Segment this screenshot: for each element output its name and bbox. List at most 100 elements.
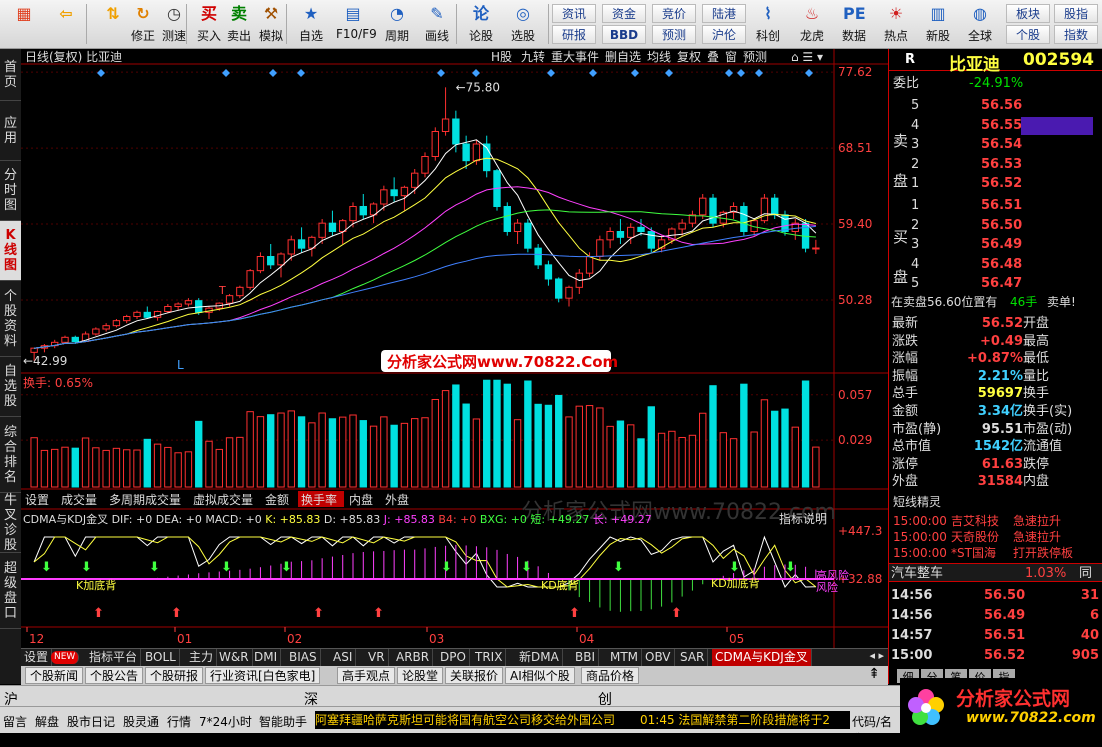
status-item[interactable]: 智能助手 xyxy=(259,713,307,730)
status-item[interactable]: 留言 xyxy=(3,713,27,730)
chart-menu-icon[interactable]: ⌂ ☰ ▾ xyxy=(791,50,823,64)
status-item[interactable]: 行情 xyxy=(167,713,191,730)
indicator-tab[interactable]: CDMA与KDJ金叉 xyxy=(712,649,812,666)
mid-tab[interactable]: 成交量 xyxy=(61,492,97,507)
indicator-tab[interactable]: TRIX xyxy=(472,649,507,666)
code-name-input[interactable]: 代码/名称 xyxy=(852,713,900,747)
news-tab[interactable]: 论股堂 xyxy=(397,667,444,684)
chart-top-button[interactable]: H股 xyxy=(491,50,512,64)
indicator-tab[interactable]: OBV xyxy=(642,649,675,666)
toolbar-button-0[interactable]: ▦ xyxy=(4,2,44,47)
kline-chart[interactable]: 日线(复权) 比亚迪 H股 九转 重大事件 删自选 均线 复权叠窗预测 ⌂ ☰ ▾ 77.62 6… xyxy=(21,49,888,649)
indicator-tab[interactable]: 新DMA xyxy=(516,649,563,666)
left-tab-2[interactable]: 分时图 xyxy=(0,161,21,221)
toolbar-small-button[interactable]: 板块 xyxy=(1006,4,1050,23)
toolbar-button-6[interactable]: 卖卖出 xyxy=(222,2,256,47)
toolbar-button-hot-icon[interactable]: ☀ 热点 xyxy=(876,2,916,47)
toolbar-button-3[interactable]: ↻ 修正 xyxy=(126,2,160,47)
toolbar-button-pe-icon[interactable]: PE 数据 xyxy=(834,2,874,47)
indicator-tab[interactable]: ARBR xyxy=(393,649,434,666)
news-tab[interactable]: 高手观点 xyxy=(337,667,396,684)
indicator-tab[interactable]: MTM xyxy=(607,649,643,666)
left-tab-3[interactable]: K线图 xyxy=(0,221,21,281)
indicator-tab[interactable]: DPO xyxy=(437,649,470,666)
indicator-tab[interactable]: 主力 xyxy=(186,649,218,666)
left-tab-7[interactable]: 牛叉诊股 xyxy=(0,493,21,553)
news-tab[interactable]: 行业资讯[白色家电] xyxy=(205,667,321,684)
mid-tab[interactable]: 虚拟成交量 xyxy=(193,492,253,507)
toolbar-small-button[interactable]: 股指 xyxy=(1054,4,1098,23)
pin-icon[interactable]: ⇞ xyxy=(868,666,880,682)
indicator-tab[interactable]: BBI xyxy=(572,649,600,666)
news-tab[interactable]: 关联报价 xyxy=(445,667,504,684)
toolbar-small-button[interactable]: 资讯 xyxy=(552,4,596,23)
left-tab-4[interactable]: 个股资料 xyxy=(0,281,21,357)
toolbar-button-5[interactable]: 买买入 xyxy=(192,2,226,47)
toolbar-small-button[interactable]: 竞价 xyxy=(652,4,696,23)
toolbar-button-2[interactable]: ⇅ xyxy=(96,2,130,47)
toolbar-button-10[interactable]: ◔ 周期 xyxy=(380,2,414,47)
time-news[interactable]: 01:45 法国解禁第二阶段措施将于2 xyxy=(640,711,850,729)
status-item[interactable]: 股灵通 xyxy=(123,713,159,730)
news-ticker[interactable]: 阿塞拜疆哈萨克斯坦可能将国有航空公司移交给外国公司 xyxy=(315,711,651,729)
indicator-tab[interactable]: NEW xyxy=(51,651,80,664)
toolbar-button-1[interactable]: ⇦ xyxy=(46,2,86,47)
toolbar-small-button[interactable]: BBD xyxy=(602,25,646,44)
indicator-tab[interactable]: BOLL xyxy=(142,649,180,666)
mid-tab[interactable]: 设置 xyxy=(25,493,49,507)
left-tab-5[interactable]: 自选股 xyxy=(0,357,21,417)
chart-top-button[interactable]: 均线 xyxy=(647,50,671,64)
toolbar-button-9[interactable]: ▤ F10/F9 xyxy=(336,2,377,47)
toolbar-button-chart-icon[interactable]: ⌇ 科创 xyxy=(748,2,788,47)
toolbar-button-globe-icon[interactable]: ◍ 全球 xyxy=(960,2,1000,47)
chart-top-button[interactable]: 叠 xyxy=(707,50,719,64)
toolbar-button-12[interactable]: 论论股 xyxy=(464,2,498,47)
status-item[interactable]: 解盘 xyxy=(35,713,59,730)
indicator-tab[interactable]: VR xyxy=(365,649,389,666)
indicator-tab[interactable]: BIAS xyxy=(286,649,321,666)
toolbar-small-button[interactable]: 研报 xyxy=(552,25,596,44)
toolbar-button-11[interactable]: ✎ 画线 xyxy=(420,2,454,47)
toolbar-small-button[interactable]: 指数 xyxy=(1054,25,1098,44)
toolbar-small-button[interactable]: 沪伦 xyxy=(702,25,746,44)
news-tab[interactable]: AI相似个股 xyxy=(505,667,575,684)
mid-tab[interactable]: 多周期成交量 xyxy=(109,492,181,507)
mid-tab[interactable]: 外盘 xyxy=(385,492,409,507)
toolbar-button-8[interactable]: ★ 自选 xyxy=(294,2,328,47)
indicator-help-button[interactable]: 指标说明 xyxy=(779,511,827,526)
left-tab-1[interactable]: 应用 xyxy=(0,101,21,161)
left-tab-0[interactable]: 首页 xyxy=(0,49,21,101)
news-tab[interactable]: 个股研报 xyxy=(145,667,204,684)
toolbar-button-dragon-icon[interactable]: ♨ 龙虎 xyxy=(792,2,832,47)
indicator-tab[interactable]: ASI xyxy=(330,649,357,666)
indicator-tab[interactable]: SAR xyxy=(677,649,709,666)
toolbar-small-button[interactable]: 资金 xyxy=(602,4,646,23)
mid-tab[interactable]: 换手率 xyxy=(301,492,337,507)
toolbar-small-button[interactable]: 陆港 xyxy=(702,4,746,23)
toolbar-button-7[interactable]: ⚒ 模拟 xyxy=(254,2,288,47)
toolbar-small-button[interactable]: 预测 xyxy=(652,25,696,44)
mid-tab[interactable]: 内盘 xyxy=(349,492,373,507)
toolbar-button-13[interactable]: ◎ 选股 xyxy=(506,2,540,47)
left-tab-8[interactable]: 超级盘口 xyxy=(0,553,21,629)
chart-top-button[interactable]: 重大事件 xyxy=(551,50,599,64)
status-item[interactable]: 7*24小时 xyxy=(199,713,252,730)
indicator-tab[interactable]: 指标平台 xyxy=(86,649,142,666)
toolbar-small-button[interactable]: 个股 xyxy=(1006,25,1050,44)
left-tab-6[interactable]: 综合排名 xyxy=(0,417,21,493)
status-item[interactable]: 股市日记 xyxy=(67,713,115,730)
news-tab[interactable]: 商品价格 xyxy=(581,667,640,684)
chart-top-button[interactable]: 预测 xyxy=(743,50,767,64)
toolbar-button-ipo-icon[interactable]: ▥ 新股 xyxy=(918,2,958,47)
tab-scroll-arrows-icon[interactable]: ◂ ▸ xyxy=(869,649,884,662)
indicator-tab[interactable]: W&R xyxy=(216,649,253,666)
news-tab[interactable]: 个股公告 xyxy=(85,667,144,684)
chart-top-button[interactable]: 九转 xyxy=(521,49,545,64)
indicator-tab[interactable]: DMI xyxy=(251,649,282,666)
mid-tab[interactable]: 金额 xyxy=(265,492,289,507)
chart-top-button[interactable]: 窗 xyxy=(725,50,737,64)
chart-top-button[interactable]: 删自选 xyxy=(605,50,641,64)
chart-top-button[interactable]: 复权 xyxy=(677,50,701,64)
indicator-tab[interactable]: 设置 xyxy=(21,649,53,666)
news-tab[interactable]: 个股新闻 xyxy=(25,667,84,684)
